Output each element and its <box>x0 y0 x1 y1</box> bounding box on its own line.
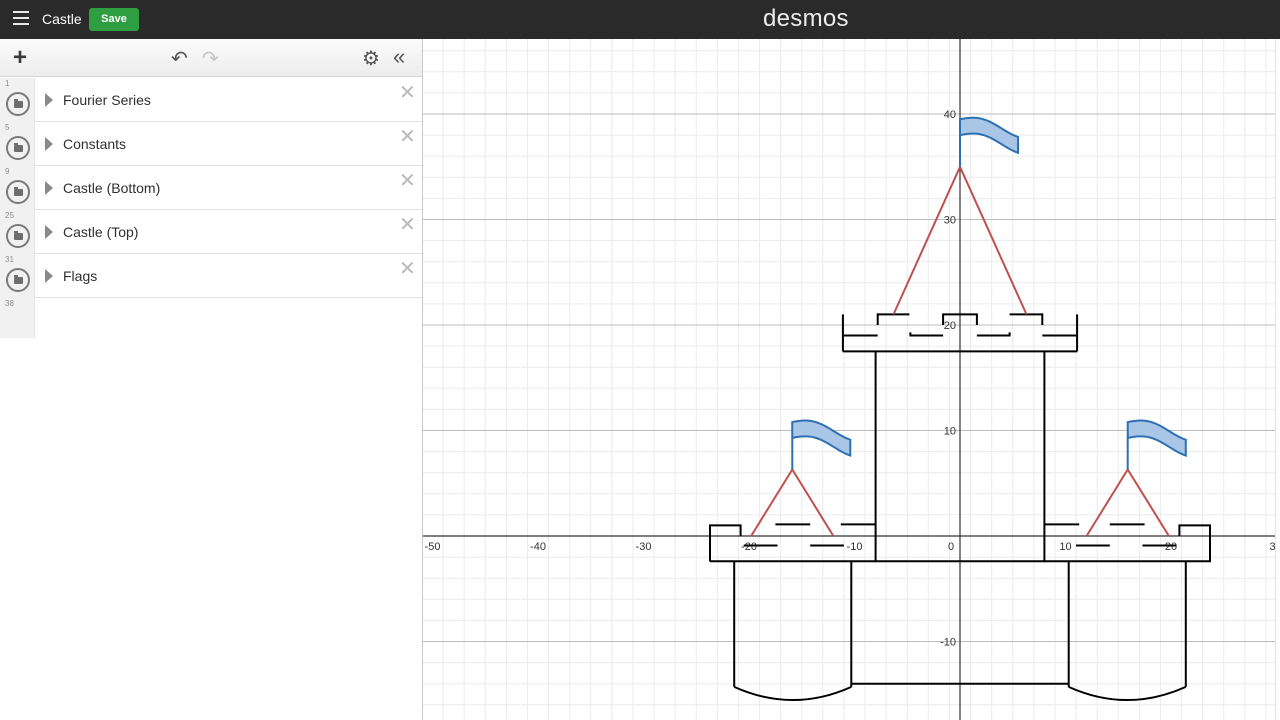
row-gutter: 1 <box>0 78 35 122</box>
close-icon[interactable]: ✕ <box>399 171 416 191</box>
y-tick-label: 20 <box>944 320 956 332</box>
row-gutter: 31 <box>0 254 35 298</box>
caret-right-icon[interactable] <box>45 137 53 151</box>
graph-canvas[interactable]: -50 -40 -30 -20 -10 0 10 20 340302010-10 <box>423 39 1280 720</box>
folder-icon[interactable] <box>6 136 30 160</box>
desmos-logo: desmos <box>763 5 849 32</box>
right-tower-bottom <box>1068 685 1187 702</box>
right-roof <box>1085 467 1170 537</box>
plus-icon[interactable]: + <box>13 46 27 70</box>
undo-icon[interactable]: ↶ <box>171 49 188 69</box>
folder-title[interactable]: Castle (Bottom) <box>63 180 160 196</box>
folder-row-flags[interactable]: 31 Flags ✕ <box>0 254 422 298</box>
graph-title[interactable]: Castle <box>42 11 82 27</box>
row-number: 38 <box>5 299 14 308</box>
x-tick-label: -40 <box>530 541 546 553</box>
redo-icon[interactable]: ↷ <box>202 49 219 69</box>
gear-icon[interactable]: ⚙ <box>362 49 380 69</box>
close-icon[interactable]: ✕ <box>399 127 416 147</box>
folder-title[interactable]: Constants <box>63 136 126 152</box>
new-expression-row[interactable]: 38 <box>0 298 422 338</box>
y-tick-label: -10 <box>940 637 956 649</box>
folder-icon[interactable] <box>6 224 30 248</box>
merlon <box>1009 313 1044 325</box>
left-tower-battlement <box>709 524 742 562</box>
merlon <box>876 313 910 325</box>
y-tick-label: 30 <box>944 215 956 227</box>
menu-icon[interactable] <box>13 11 29 25</box>
crenel <box>976 332 1011 337</box>
row-number: 31 <box>5 255 14 264</box>
x-tick-label: 20 <box>1165 541 1177 553</box>
caret-right-icon[interactable] <box>45 181 53 195</box>
row-gutter: 25 <box>0 210 35 254</box>
folder-title[interactable]: Castle (Top) <box>63 224 138 240</box>
top-bar: Castle Save desmos <box>0 0 1280 39</box>
crenel <box>909 332 944 337</box>
x-tick-label: 10 <box>1059 541 1071 553</box>
scrollbar[interactable] <box>1275 39 1280 720</box>
row-gutter: 38 <box>0 298 35 338</box>
folder-row-fourier-series[interactable]: 1 Fourier Series ✕ <box>0 78 422 122</box>
expression-toolbar: + ↶ ↷ ⚙ « <box>0 39 422 77</box>
folder-icon[interactable] <box>6 268 30 292</box>
row-number: 1 <box>5 79 10 88</box>
graph-paper[interactable]: -50 -40 -30 -20 -10 0 10 20 3 40 30 20 10 -10 <box>423 39 1280 720</box>
y-tick-label: 10 <box>944 426 956 438</box>
close-icon[interactable]: ✕ <box>399 259 416 279</box>
y-tick-label: 40 <box>944 109 956 121</box>
expression-panel: + ↶ ↷ ⚙ « 1 Fourier Series ✕ 5 Constants… <box>0 39 423 720</box>
expression-list: 1 Fourier Series ✕ 5 Constants ✕ 9 Castl… <box>0 78 422 338</box>
row-number: 9 <box>5 167 10 176</box>
x-tick-label: -20 <box>741 541 757 553</box>
double-chevron-left-icon[interactable]: « <box>393 46 405 68</box>
caret-right-icon[interactable] <box>45 269 53 283</box>
x-tick-label: -30 <box>636 541 652 553</box>
folder-title[interactable]: Fourier Series <box>63 92 151 108</box>
row-gutter: 5 <box>0 122 35 166</box>
x-tick-label: 0 <box>948 541 954 553</box>
folder-row-constants[interactable]: 5 Constants ✕ <box>0 122 422 166</box>
row-number: 5 <box>5 123 10 132</box>
folder-icon[interactable] <box>6 92 30 116</box>
left-tower-bottom <box>733 685 852 702</box>
left-roof <box>750 467 835 537</box>
caret-right-icon[interactable] <box>45 225 53 239</box>
close-icon[interactable]: ✕ <box>399 215 416 235</box>
folder-row-castle-top[interactable]: 25 Castle (Top) ✕ <box>0 210 422 254</box>
folder-icon[interactable] <box>6 180 30 204</box>
flag-left <box>791 419 852 458</box>
row-gutter: 9 <box>0 166 35 210</box>
x-tick-label: -10 <box>847 541 863 553</box>
folder-row-castle-bottom[interactable]: 9 Castle (Bottom) ✕ <box>0 166 422 210</box>
save-button[interactable]: Save <box>89 8 139 31</box>
x-tick-label: -50 <box>425 541 441 553</box>
caret-right-icon[interactable] <box>45 93 53 107</box>
folder-title[interactable]: Flags <box>63 268 97 284</box>
flag-right <box>1126 419 1187 458</box>
close-icon[interactable]: ✕ <box>399 83 416 103</box>
row-number: 25 <box>5 211 14 220</box>
tick-labels: -50 -40 -30 -20 -10 0 10 20 340302010-10 <box>425 109 1276 649</box>
